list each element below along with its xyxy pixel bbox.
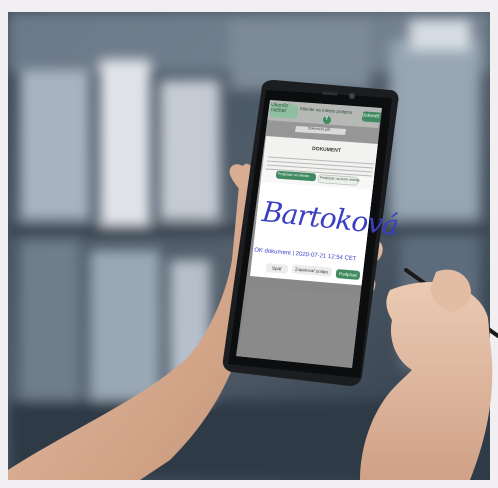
photo-scene [0, 0, 498, 488]
clear-button-label[interactable]: Späť [272, 266, 282, 272]
help-icon-label: ? [325, 116, 329, 122]
back-button-label[interactable]: Ukončiť načítať [271, 102, 300, 115]
